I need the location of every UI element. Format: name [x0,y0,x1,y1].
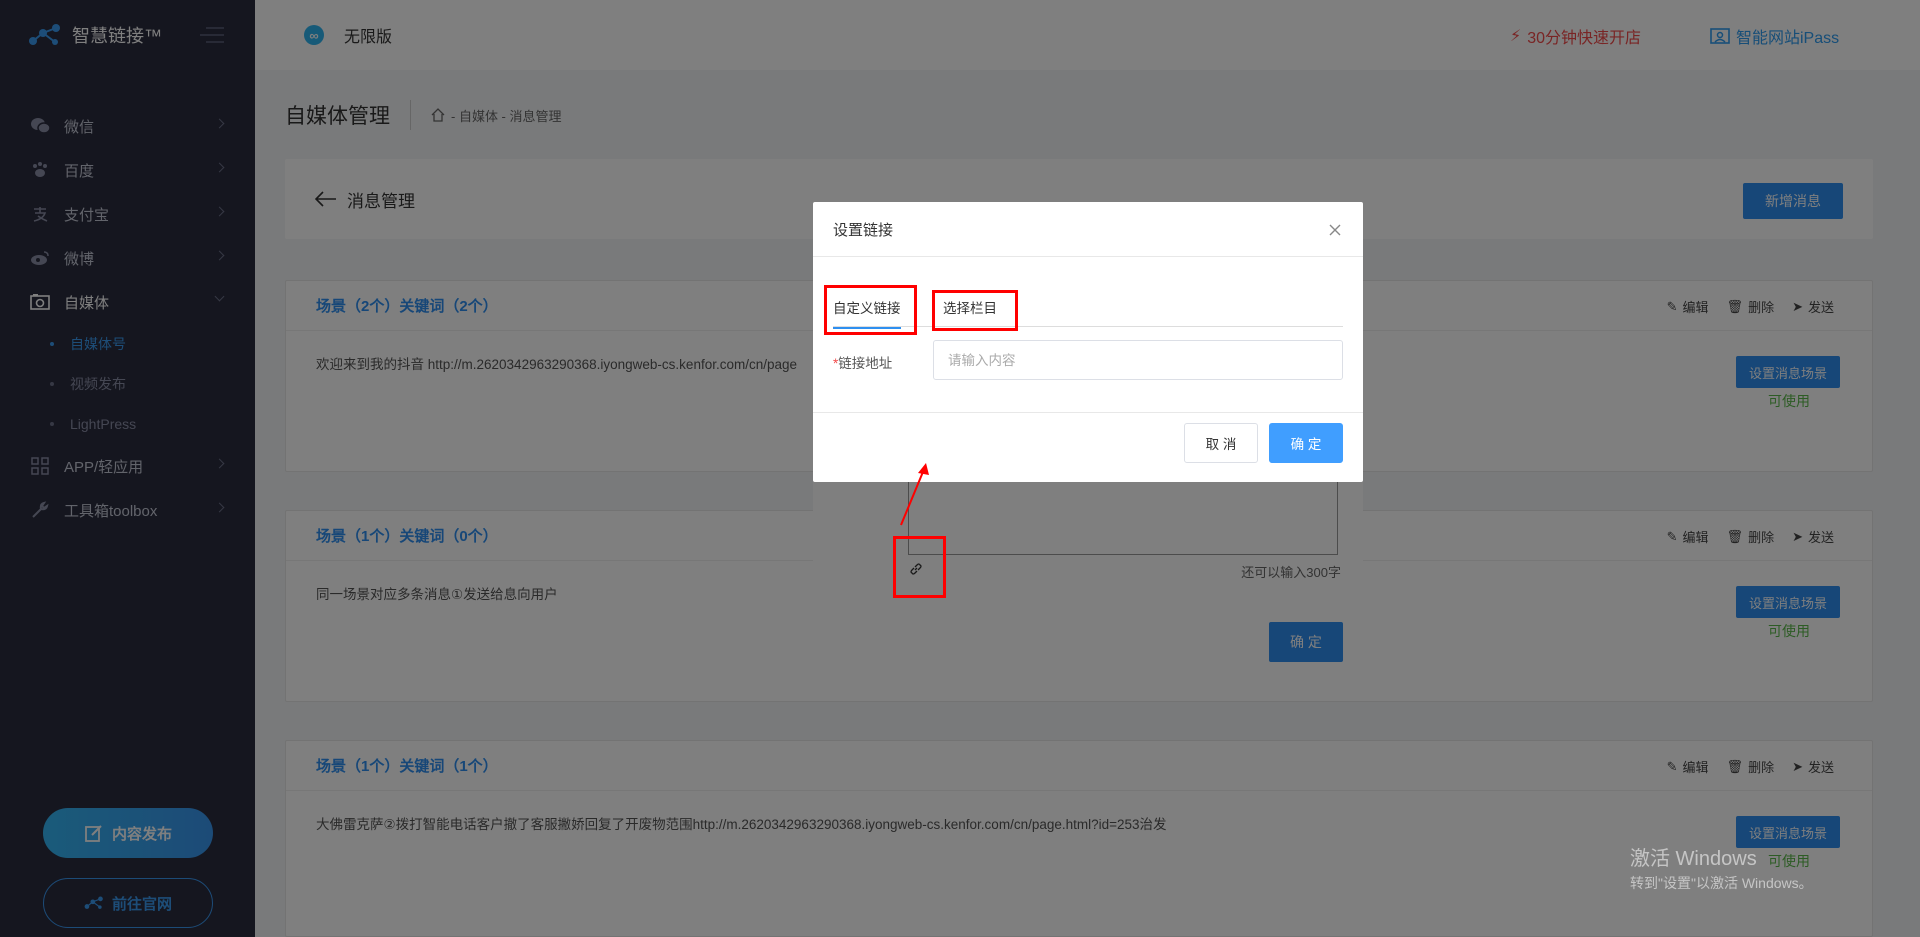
annotation-box-select-column [932,290,1018,331]
link-address-label: *链接地址 [833,356,893,371]
set-link-modal: 设置链接 自定义链接 选择栏目 *链接地址 取 消 确 定 [813,202,1363,482]
annotation-box-link-icon [893,536,946,598]
modal-title: 设置链接 [813,202,1363,257]
cancel-button[interactable]: 取 消 [1184,423,1258,463]
annotation-box-custom-link [824,285,917,335]
windows-activation-watermark: 激活 Windows 转到"设置"以激活 Windows。 [1630,848,1813,891]
confirm-button[interactable]: 确 定 [1269,423,1343,463]
annotation-arrow-icon [900,463,929,526]
link-address-input[interactable] [933,340,1343,380]
close-icon[interactable] [1329,224,1341,236]
